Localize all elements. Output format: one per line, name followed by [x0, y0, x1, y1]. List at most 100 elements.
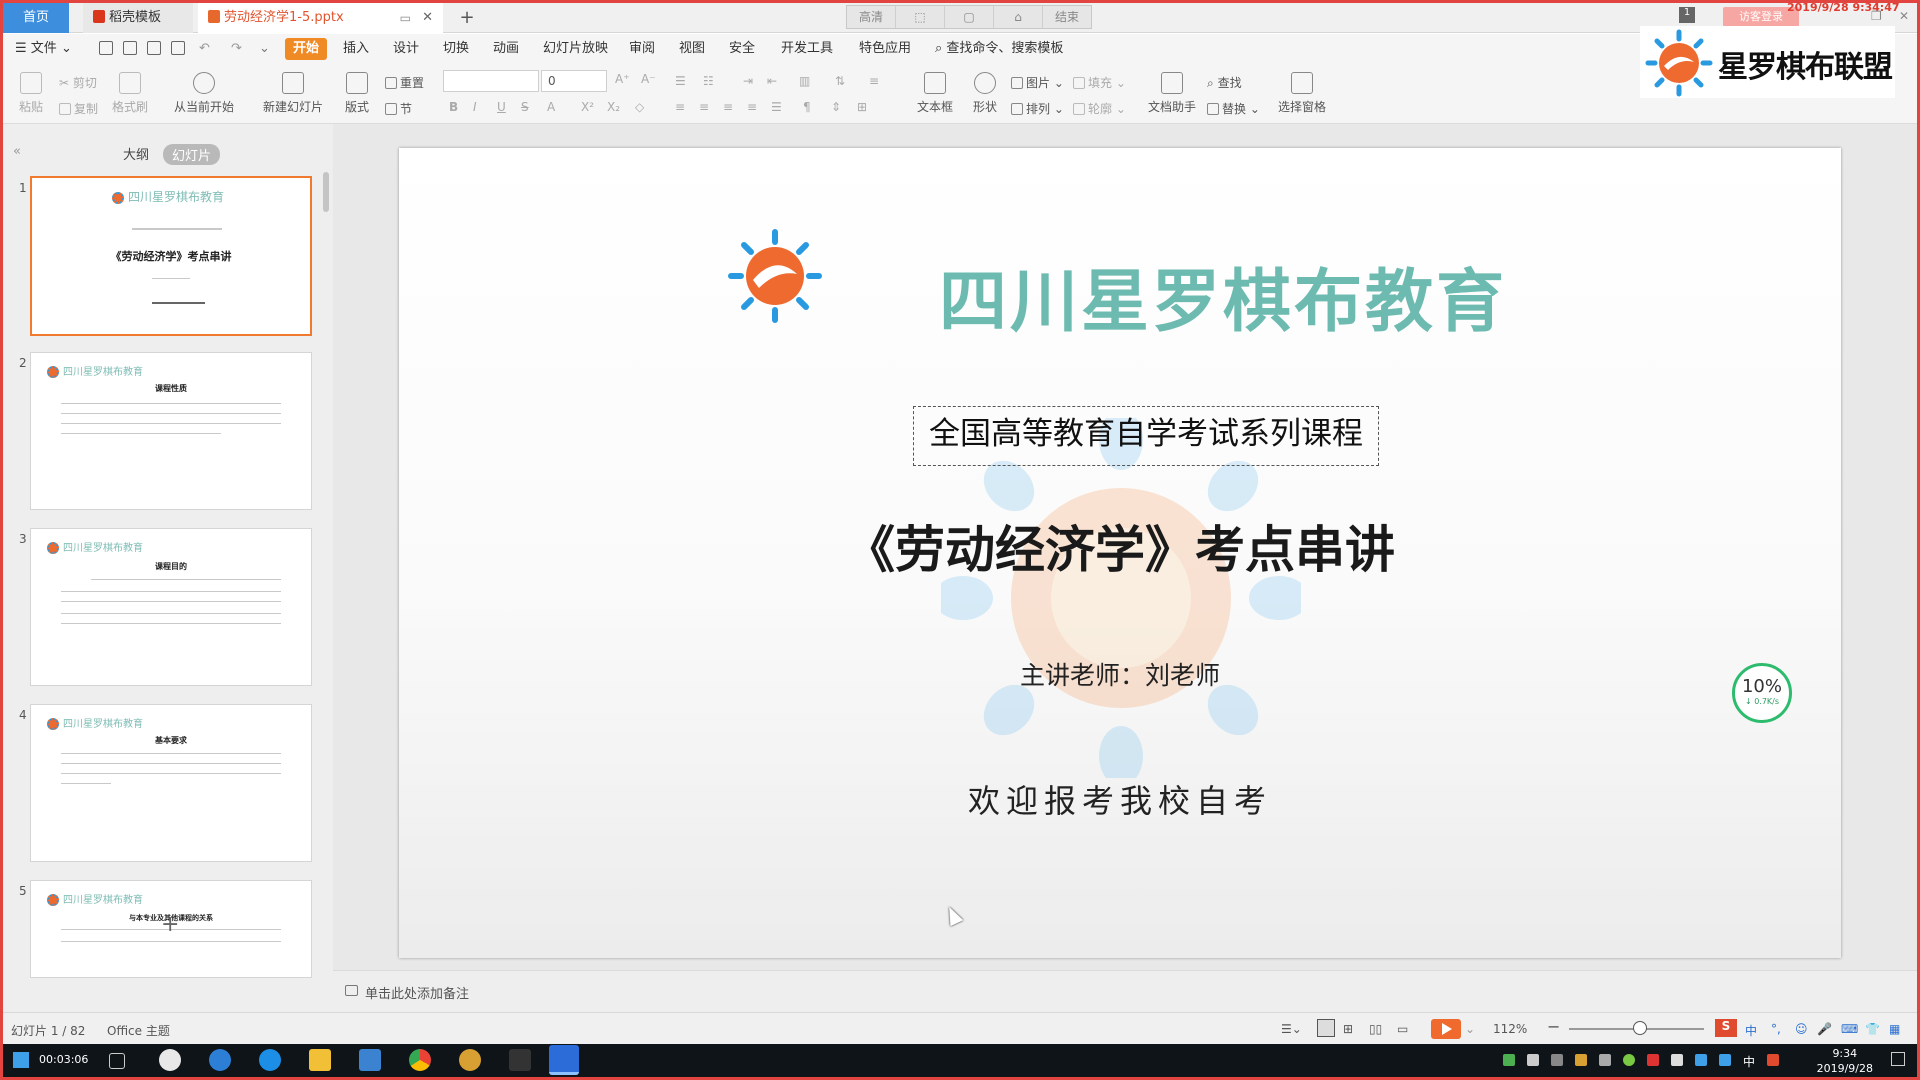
shape-button[interactable]: 形状	[965, 72, 1005, 115]
play-from-current-button[interactable]: 从当前开始	[167, 72, 241, 115]
menu-slideshow[interactable]: 幻灯片放映	[543, 38, 608, 60]
store-icon[interactable]	[359, 1049, 381, 1071]
presenter-view-icon[interactable]: ▭	[1397, 1022, 1408, 1036]
collapse-panel-icon[interactable]: «	[13, 144, 21, 159]
tab-home[interactable]: 首页	[3, 3, 69, 33]
arrange-button[interactable]: 排列 ⌄	[1011, 100, 1064, 117]
ime-skin-icon[interactable]: 👕	[1865, 1022, 1880, 1036]
text-direction-icon[interactable]: ⇅	[835, 74, 845, 88]
sogou-ime-icon[interactable]: S	[1715, 1019, 1737, 1037]
section-button[interactable]: 节	[385, 100, 412, 117]
print-icon[interactable]	[147, 41, 161, 55]
italic-icon[interactable]: I	[473, 100, 477, 114]
picture-button[interactable]: 图片 ⌄	[1011, 74, 1064, 91]
recorder-app-icon[interactable]	[509, 1049, 531, 1071]
slide-thumbnail-1[interactable]: 四川星罗棋布教育 《劳动经济学》考点串讲	[30, 176, 312, 336]
panel-scrollbar[interactable]	[323, 172, 329, 212]
tray-qq-icon[interactable]	[1575, 1054, 1587, 1066]
tray-volume-icon[interactable]	[1671, 1054, 1683, 1066]
fill-button[interactable]: 填充 ⌄	[1073, 74, 1126, 91]
recorder-region-button[interactable]: ⬚	[896, 6, 945, 28]
tray-sogou-icon[interactable]	[1767, 1054, 1779, 1066]
slide-sorter-icon[interactable]: ⊞	[1343, 1022, 1353, 1036]
format-painter-button[interactable]: 格式刷	[109, 72, 151, 115]
bold-icon[interactable]: B	[449, 100, 458, 114]
new-slide-button[interactable]: 新建幻灯片	[257, 72, 329, 115]
command-search[interactable]: ⌕ 查找命令、搜索模板	[935, 38, 1063, 60]
slide-subtitle[interactable]: 全国高等教育自学考试系列课程	[913, 406, 1379, 466]
menu-insert[interactable]: 插入	[343, 38, 369, 60]
distribute-icon[interactable]: ☰	[771, 100, 782, 114]
superscript-icon[interactable]: X²	[581, 100, 594, 114]
textbox-button[interactable]: 文本框	[911, 72, 959, 115]
menu-view[interactable]: 视图	[679, 38, 705, 60]
tray-security-icon[interactable]	[1623, 1054, 1635, 1066]
strikethrough-icon[interactable]: S	[521, 100, 529, 114]
copy-button[interactable]: 复制	[59, 100, 98, 117]
system-clock[interactable]: 9:34 2019/9/28	[1817, 1046, 1873, 1076]
indent-icon[interactable]: ⇥	[743, 74, 753, 88]
tray-settings-icon[interactable]	[1695, 1054, 1707, 1066]
select-pane-button[interactable]: 选择窗格	[1275, 72, 1329, 115]
align-center-icon[interactable]: ≡	[699, 100, 709, 114]
replace-button[interactable]: 替换 ⌄	[1207, 100, 1260, 117]
slide-canvas[interactable]: 四川星罗棋布教育 全国高等教育自学考试系列课程 《劳动经济学》考点串讲 主讲老师…	[399, 148, 1841, 958]
ime-mode[interactable]: 中	[1745, 1022, 1757, 1039]
cut-button[interactable]: ✂ 剪切	[59, 74, 97, 91]
notes-bar[interactable]: 单击此处添加备注	[333, 970, 1917, 1012]
ie-browser-icon[interactable]	[209, 1049, 231, 1071]
tray-battery-icon[interactable]	[1503, 1054, 1515, 1066]
find-button[interactable]: ⌕ 查找	[1207, 74, 1242, 91]
tab-document[interactable]: 劳动经济学1-5.pptx ▭ ✕	[198, 3, 443, 33]
font-color-icon[interactable]: A	[547, 100, 555, 114]
save-icon[interactable]	[99, 41, 113, 55]
tray-alert-icon[interactable]	[1647, 1054, 1659, 1066]
justify-icon[interactable]: ≡	[747, 100, 757, 114]
slide-teacher[interactable]: 主讲老师：刘老师	[399, 656, 1841, 692]
outdent-icon[interactable]: ⇤	[767, 74, 777, 88]
tab-outline[interactable]: 大纲	[123, 144, 149, 163]
ime-emoji-icon[interactable]: ☺	[1795, 1022, 1808, 1036]
restore-icon[interactable]: ❐	[1871, 9, 1882, 23]
ime-punct-icon[interactable]: °,	[1771, 1022, 1781, 1036]
close-window-icon[interactable]: ✕	[1899, 9, 1909, 23]
line-spacing-icon[interactable]: ≡	[869, 74, 879, 88]
customize-icon[interactable]: ⌄	[259, 38, 270, 60]
recorder-home-button[interactable]: ⌂	[994, 6, 1043, 28]
chrome-icon[interactable]	[409, 1049, 431, 1071]
columns-icon[interactable]: ▥	[799, 74, 810, 88]
slide-welcome[interactable]: 欢迎报考我校自考	[399, 776, 1841, 822]
menu-developer[interactable]: 开发工具	[781, 38, 833, 60]
print-preview-icon[interactable]	[171, 41, 185, 55]
recorder-end-button[interactable]: 结束	[1043, 6, 1091, 28]
reset-button[interactable]: 重置	[385, 74, 424, 91]
tray-network-icon[interactable]	[1551, 1054, 1563, 1066]
slide-thumbnail-3[interactable]: 四川星罗棋布教育 课程目的	[30, 528, 312, 686]
undo-icon[interactable]: ↶	[199, 38, 210, 60]
add-slide-button[interactable]: +	[161, 912, 179, 937]
bullets-icon[interactable]: ☰	[675, 74, 686, 88]
menu-review[interactable]: 审阅	[629, 38, 655, 60]
edge-browser-icon[interactable]	[259, 1049, 281, 1071]
align-right-icon[interactable]: ≡	[723, 100, 733, 114]
normal-view-icon[interactable]	[1317, 1019, 1335, 1037]
shrink-font-icon[interactable]: A⁻	[641, 72, 656, 86]
align-left-icon[interactable]: ≡	[675, 100, 685, 114]
align-text-icon[interactable]: ⇕	[831, 100, 841, 114]
redo-icon[interactable]: ↷	[231, 38, 242, 60]
slide-title[interactable]: 《劳动经济学》考点串讲	[399, 510, 1841, 582]
outline-button[interactable]: 轮廓 ⌄	[1073, 100, 1126, 117]
tray-app-icon[interactable]	[1527, 1054, 1539, 1066]
zoom-slider-knob[interactable]	[1633, 1021, 1647, 1035]
tray-ime[interactable]: 中	[1743, 1053, 1755, 1070]
play-options-icon[interactable]: ⌄	[1465, 1022, 1475, 1036]
zoom-out-icon[interactable]: −	[1547, 1017, 1560, 1036]
tray-usb-icon[interactable]	[1599, 1054, 1611, 1066]
doc-assistant-button[interactable]: 文档助手	[1145, 72, 1199, 115]
zoom-level[interactable]: 112%	[1493, 1022, 1527, 1036]
layout-button[interactable]: 版式	[339, 72, 375, 115]
reading-view-icon[interactable]: ▯▯	[1369, 1022, 1382, 1036]
close-tab-icon[interactable]: ✕	[422, 3, 433, 33]
task-view-icon[interactable]	[109, 1053, 125, 1069]
notes-toggle-icon[interactable]: ☰⌄	[1281, 1022, 1302, 1036]
